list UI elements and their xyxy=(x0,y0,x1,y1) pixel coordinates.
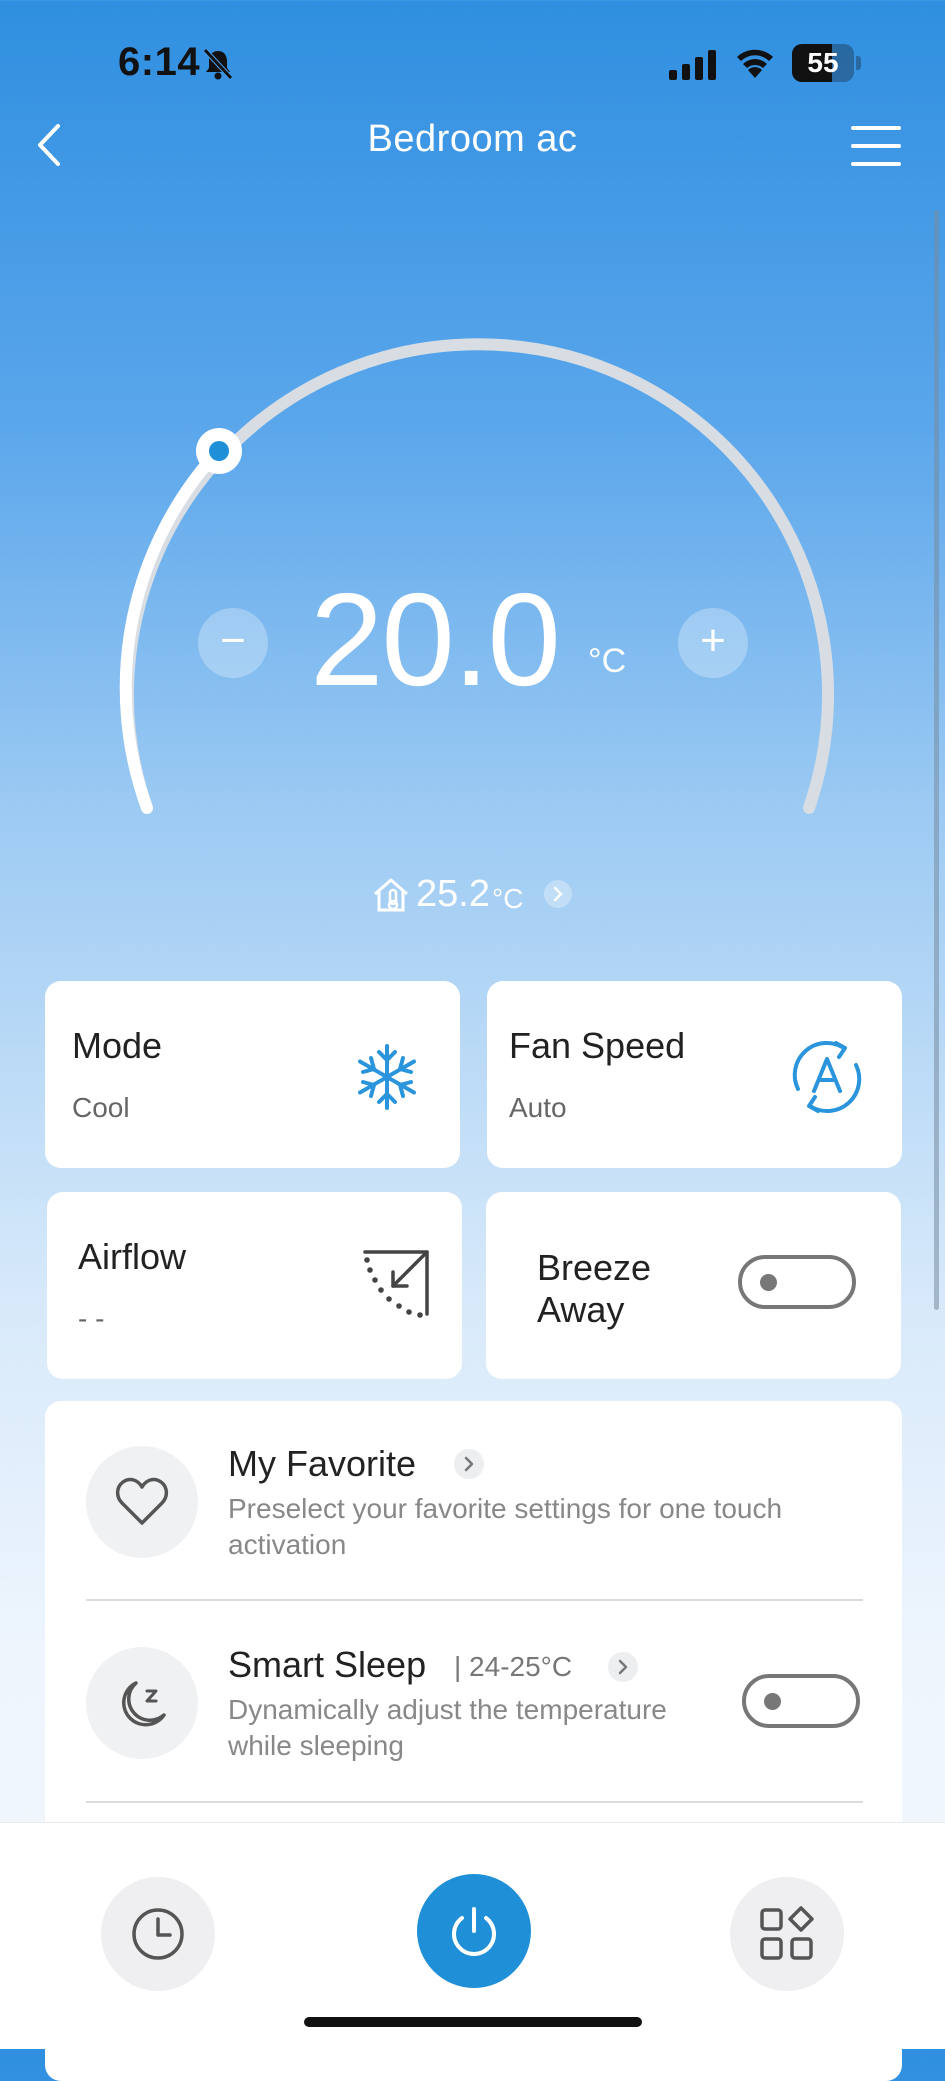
increase-temperature-button[interactable]: + xyxy=(678,608,748,678)
grid-apps-icon xyxy=(760,1906,814,1960)
airflow-value: - - xyxy=(78,1303,105,1334)
airflow-direction-icon xyxy=(363,1250,429,1318)
airflow-title: Airflow xyxy=(78,1236,187,1277)
power-button[interactable] xyxy=(417,1874,531,1988)
fan-speed-value: Auto xyxy=(509,1092,567,1123)
fan-auto-icon xyxy=(792,1040,862,1114)
chevron-right-icon xyxy=(454,1449,484,1479)
sleep-icon-wrap xyxy=(86,1647,198,1759)
clock-icon xyxy=(132,1908,184,1960)
smart-sleep-desc-line2: while sleeping xyxy=(228,1730,404,1761)
set-temperature-value: 20.0 xyxy=(310,566,561,713)
mode-card[interactable]: Mode Cool xyxy=(45,981,460,1168)
page-title: Bedroom ac xyxy=(367,118,578,160)
power-icon xyxy=(452,1907,496,1956)
smart-sleep-description: Dynamically adjust the temperature while… xyxy=(228,1692,667,1764)
divider xyxy=(86,1801,863,1803)
my-favorite-title: My Favorite xyxy=(228,1443,417,1484)
heart-icon xyxy=(115,1477,169,1525)
smart-sleep-range: | 24-25°C xyxy=(454,1651,573,1682)
indoor-temperature-value: 25.2 xyxy=(416,873,490,915)
smart-sleep-title: Smart Sleep xyxy=(228,1644,427,1685)
more-functions-button[interactable] xyxy=(730,1877,844,1991)
wifi-icon xyxy=(737,49,773,78)
chevron-right-icon xyxy=(608,1652,638,1682)
smart-sleep-desc-line1: Dynamically adjust the temperature xyxy=(228,1694,667,1725)
chevron-right-icon xyxy=(544,880,572,908)
hamburger-menu-icon[interactable] xyxy=(850,124,902,168)
mode-title: Mode xyxy=(72,1025,163,1066)
home-indicator[interactable] xyxy=(304,2017,642,2027)
temperature-unit: °C xyxy=(588,642,627,680)
battery-indicator: 55 xyxy=(792,44,862,82)
my-favorite-description: Preselect your favorite settings for one… xyxy=(228,1491,782,1563)
fan-speed-title: Fan Speed xyxy=(509,1025,686,1066)
breeze-away-title-line2: Away xyxy=(537,1289,625,1330)
status-time: 6:14 xyxy=(118,40,201,84)
smart-sleep-toggle[interactable] xyxy=(742,1674,860,1728)
bell-muted-icon xyxy=(203,48,233,80)
airflow-card[interactable]: Airflow - - xyxy=(47,1192,462,1379)
snowflake-icon xyxy=(358,1044,416,1110)
indoor-thermometer-icon xyxy=(374,878,408,912)
breeze-away-card: Breeze Away xyxy=(486,1192,901,1379)
breeze-away-title: Breeze Away xyxy=(537,1247,651,1331)
decrease-temperature-button[interactable]: − xyxy=(198,608,268,678)
moon-sleep-icon xyxy=(122,1681,166,1727)
cellular-signal-icon xyxy=(669,50,716,80)
timer-button[interactable] xyxy=(101,1877,215,1991)
indoor-temperature-unit: °C xyxy=(492,883,524,914)
my-favorite-desc-line2: activation xyxy=(228,1529,347,1560)
fan-speed-card[interactable]: Fan Speed Auto xyxy=(487,981,902,1168)
my-favorite-desc-line1: Preselect your favorite settings for one… xyxy=(228,1493,783,1524)
indoor-temperature[interactable]: 25.2 °C xyxy=(372,870,612,918)
breeze-away-toggle[interactable] xyxy=(738,1255,856,1309)
favorite-icon-wrap xyxy=(86,1446,198,1558)
divider xyxy=(86,1599,863,1601)
breeze-away-title-line1: Breeze xyxy=(537,1247,652,1288)
mode-value: Cool xyxy=(72,1092,130,1123)
battery-level-text: 55 xyxy=(807,47,839,78)
